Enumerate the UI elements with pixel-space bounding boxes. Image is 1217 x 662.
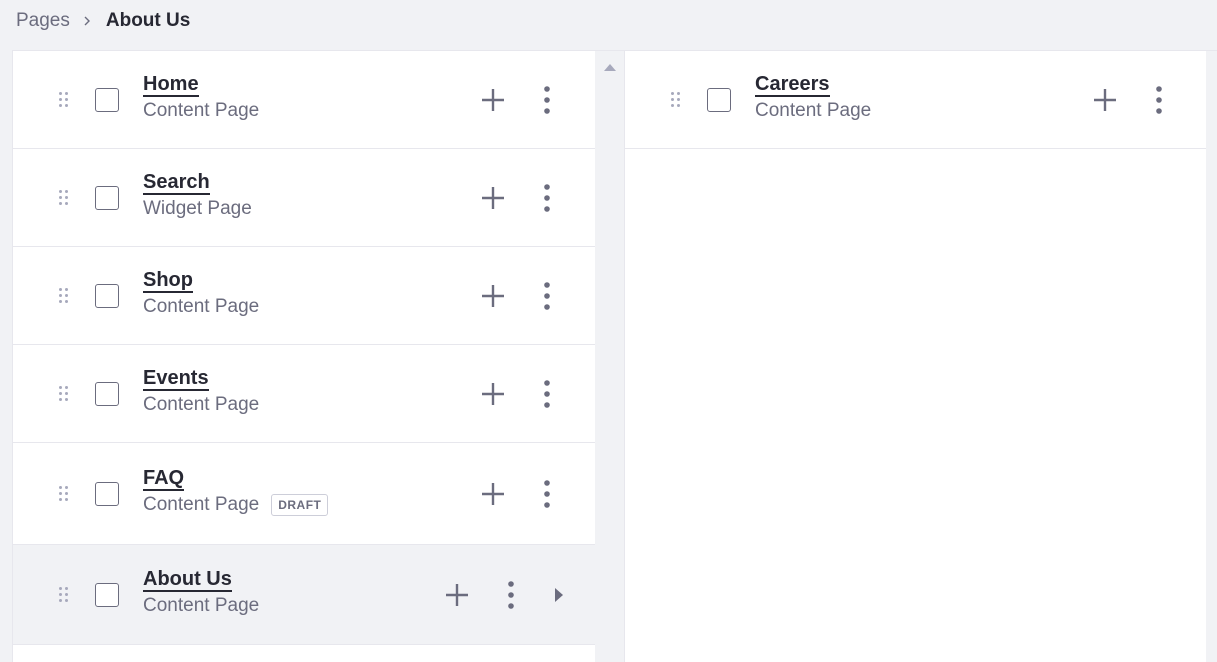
row-text: Careers Content Page [755, 73, 871, 122]
drag-handle-icon[interactable] [59, 190, 69, 206]
list-item[interactable]: FAQ Content Page DRAFT [13, 443, 595, 545]
row-text: Search Widget Page [143, 171, 252, 220]
drag-handle-icon[interactable] [59, 92, 69, 108]
plus-icon[interactable] [1091, 86, 1119, 114]
chevron-right-icon [84, 16, 90, 26]
row-text: About Us Content Page [143, 568, 259, 617]
list-item[interactable]: Shop Content Page [13, 247, 595, 345]
page-title-link[interactable]: Search [143, 171, 210, 195]
ellipsis-vertical-icon[interactable] [533, 184, 561, 212]
drag-handle-icon[interactable] [59, 288, 69, 304]
ellipsis-vertical-icon[interactable] [533, 282, 561, 310]
drag-handle-icon[interactable] [59, 486, 69, 502]
row-checkbox[interactable] [95, 284, 119, 308]
row-checkbox[interactable] [95, 186, 119, 210]
row-text: Events Content Page [143, 367, 259, 416]
ellipsis-vertical-icon[interactable] [533, 380, 561, 408]
page-title-link[interactable]: Careers [755, 73, 830, 97]
drag-handle-icon[interactable] [671, 92, 681, 108]
draft-status-badge: DRAFT [271, 494, 329, 516]
page-title-link[interactable]: Home [143, 73, 199, 97]
page-type-label: Content Page [143, 296, 260, 317]
plus-icon[interactable] [479, 380, 507, 408]
row-text: FAQ Content Page DRAFT [143, 467, 329, 516]
ellipsis-vertical-icon[interactable] [533, 86, 561, 114]
row-checkbox[interactable] [707, 88, 731, 112]
row-text: Shop Content Page [143, 269, 259, 318]
drag-handle-icon[interactable] [59, 386, 69, 402]
list-item [13, 645, 595, 662]
drag-handle-icon[interactable] [59, 587, 69, 603]
page-title-link[interactable]: About Us [143, 568, 232, 592]
pages-column-children: Careers Content Page [625, 51, 1206, 662]
row-checkbox[interactable] [95, 382, 119, 406]
miller-columns: Home Content Page Search Widget Page Sho… [12, 50, 1217, 662]
breadcrumb-current: About Us [105, 10, 191, 31]
breadcrumb-pages-link[interactable]: Pages [16, 10, 70, 32]
vertical-scrollbar-right[interactable] [1206, 51, 1217, 662]
page-title-link[interactable]: Events [143, 367, 209, 391]
ellipsis-vertical-icon[interactable] [1145, 86, 1173, 114]
list-item-active[interactable]: About Us Content Page [13, 545, 595, 645]
pages-column-root: Home Content Page Search Widget Page Sho… [13, 51, 595, 662]
page-type-label: Content Page [143, 100, 260, 121]
row-checkbox[interactable] [95, 482, 119, 506]
list-item[interactable]: Events Content Page [13, 345, 595, 443]
plus-icon[interactable] [479, 282, 507, 310]
breadcrumb: Pages About Us [16, 8, 190, 34]
page-type-label: Content Page DRAFT [143, 494, 329, 516]
plus-icon[interactable] [479, 480, 507, 508]
page-title-link[interactable]: FAQ [143, 467, 185, 491]
vertical-scrollbar[interactable] [595, 51, 624, 662]
page-title-link[interactable]: Shop [143, 269, 193, 293]
plus-icon[interactable] [443, 581, 471, 609]
row-checkbox[interactable] [95, 583, 119, 607]
ellipsis-vertical-icon[interactable] [533, 480, 561, 508]
caret-right-icon[interactable] [545, 581, 573, 609]
scroll-up-icon[interactable] [604, 64, 616, 71]
list-item[interactable]: Careers Content Page [625, 51, 1206, 149]
list-item[interactable]: Home Content Page [13, 51, 595, 149]
page-type-label: Widget Page [143, 198, 252, 219]
page-type-label: Content Page [755, 100, 872, 121]
row-checkbox[interactable] [95, 88, 119, 112]
page-type-label: Content Page [143, 595, 260, 616]
ellipsis-vertical-icon[interactable] [497, 581, 525, 609]
row-text: Home Content Page [143, 73, 259, 122]
page-type-label: Content Page [143, 394, 260, 415]
list-item[interactable]: Search Widget Page [13, 149, 595, 247]
plus-icon[interactable] [479, 86, 507, 114]
plus-icon[interactable] [479, 184, 507, 212]
